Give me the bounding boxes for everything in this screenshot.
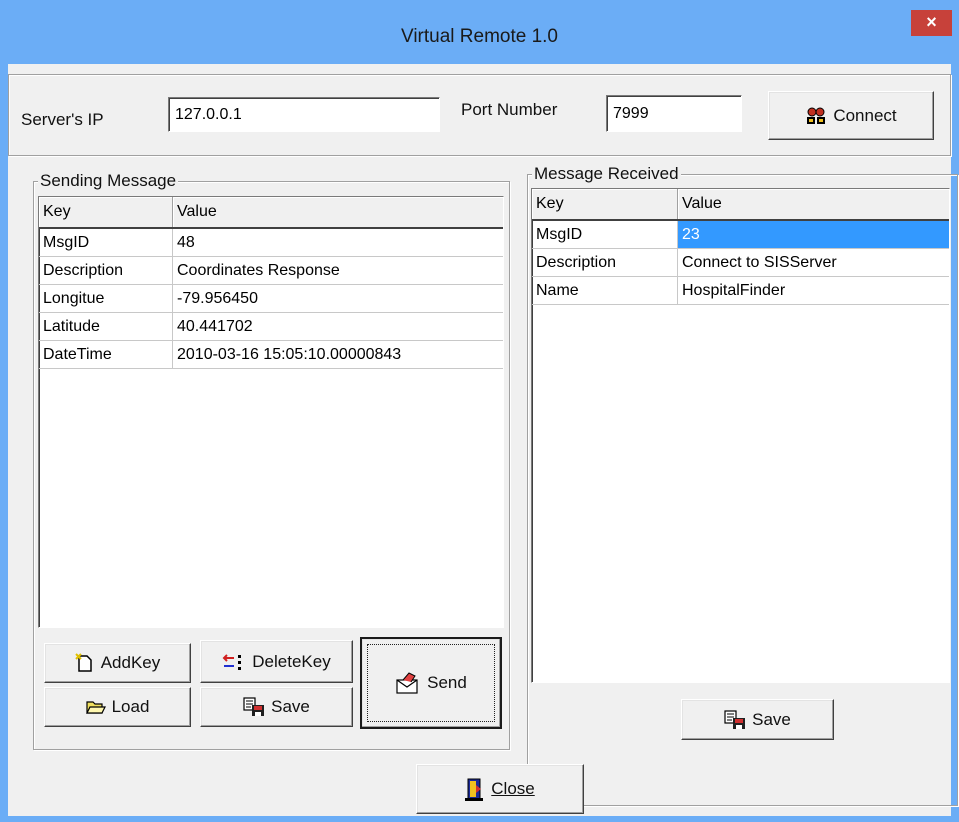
key-cell[interactable]: DateTime (39, 340, 173, 369)
connection-panel: Server's IP Port Number Connect (8, 74, 951, 156)
sending-header-row: Key Value (39, 197, 503, 229)
close-window-button[interactable]: × (911, 10, 952, 36)
value-cell[interactable]: 2010-03-16 15:05:10.00000843 (172, 340, 503, 369)
save-icon (243, 697, 265, 716)
message-received-title: Message Received (532, 164, 681, 184)
app-window: Virtual Remote 1.0 × Server's IP Port Nu… (0, 0, 959, 822)
close-icon: × (926, 12, 937, 32)
key-cell[interactable]: MsgID (532, 220, 678, 249)
key-cell[interactable]: Latitude (39, 312, 173, 341)
client-area: Server's IP Port Number Connect Sending … (8, 64, 958, 816)
save-sending-button[interactable]: Save (200, 687, 353, 727)
delete-key-label: DeleteKey (252, 651, 331, 671)
add-key-button[interactable]: AddKey (44, 643, 191, 683)
sending-message-title: Sending Message (38, 171, 179, 191)
value-cell[interactable]: -79.956450 (172, 284, 503, 313)
column-header-value[interactable]: Value (172, 197, 503, 229)
sending-message-group: Sending Message Key Value MsgID 48 Descri… (33, 171, 510, 750)
table-row[interactable]: Latitude 40.441702 (39, 312, 503, 341)
message-received-group: Message Received Key Value MsgID 23 Descr… (527, 164, 958, 806)
add-key-label: AddKey (100, 653, 161, 672)
value-cell[interactable]: 40.441702 (172, 312, 503, 341)
load-label: Load (111, 697, 150, 716)
title-bar[interactable]: Virtual Remote 1.0 × (0, 0, 959, 64)
connect-button[interactable]: Connect (768, 91, 934, 140)
value-cell-selected[interactable]: 23 (677, 220, 949, 249)
column-header-value[interactable]: Value (677, 189, 949, 221)
save-received-label: Save (752, 709, 791, 729)
column-header-key[interactable]: Key (532, 189, 678, 221)
message-received-grid[interactable]: Key Value MsgID 23 Description Connect to … (531, 188, 950, 683)
key-cell[interactable]: Description (532, 248, 678, 277)
table-row[interactable]: Longitue -79.956450 (39, 284, 503, 313)
connect-icon (807, 107, 826, 124)
key-cell[interactable]: MsgID (39, 228, 173, 257)
key-cell[interactable]: Description (39, 256, 173, 285)
sending-message-grid[interactable]: Key Value MsgID 48 Description Coordinates… (38, 196, 504, 628)
server-ip-input[interactable] (168, 97, 440, 132)
save-icon (724, 709, 746, 729)
column-header-key[interactable]: Key (39, 197, 173, 229)
load-icon (85, 701, 106, 714)
port-number-input[interactable] (606, 95, 742, 132)
add-key-icon (75, 653, 92, 672)
key-cell[interactable]: Name (532, 276, 678, 305)
value-cell[interactable]: 48 (172, 228, 503, 257)
table-row[interactable]: Description Connect to SISServer (532, 248, 949, 277)
close-label: Close (491, 779, 535, 798)
value-cell[interactable]: HospitalFinder (677, 276, 949, 305)
table-row[interactable]: MsgID 48 (39, 228, 503, 257)
table-row[interactable]: MsgID 23 (532, 220, 949, 249)
server-ip-label: Server's IP (21, 110, 104, 129)
send-focus-rect (367, 644, 495, 722)
table-row[interactable]: Description Coordinates Response (39, 256, 503, 285)
sending-table: Key Value MsgID 48 Description Coordinates… (39, 197, 503, 369)
port-number-label: Port Number (461, 100, 558, 119)
delete-key-icon (222, 653, 242, 670)
value-cell[interactable]: Connect to SISServer (677, 248, 949, 277)
received-table: Key Value MsgID 23 Description Connect to … (532, 189, 949, 305)
connect-label: Connect (833, 105, 897, 125)
save-received-button[interactable]: Save (681, 699, 834, 740)
value-cell[interactable]: Coordinates Response (172, 256, 503, 285)
received-header-row: Key Value (532, 189, 949, 221)
exit-door-icon (465, 778, 484, 801)
send-button[interactable]: Send (360, 637, 502, 729)
table-row[interactable]: Name HospitalFinder (532, 276, 949, 305)
key-cell[interactable]: Longitue (39, 284, 173, 313)
load-button[interactable]: Load (44, 687, 191, 727)
delete-key-button[interactable]: DeleteKey (200, 640, 353, 683)
save-sending-label: Save (271, 697, 310, 716)
window-title: Virtual Remote 1.0 (400, 26, 558, 47)
table-row[interactable]: DateTime 2010-03-16 15:05:10.00000843 (39, 340, 503, 369)
close-button[interactable]: Close (416, 764, 584, 814)
